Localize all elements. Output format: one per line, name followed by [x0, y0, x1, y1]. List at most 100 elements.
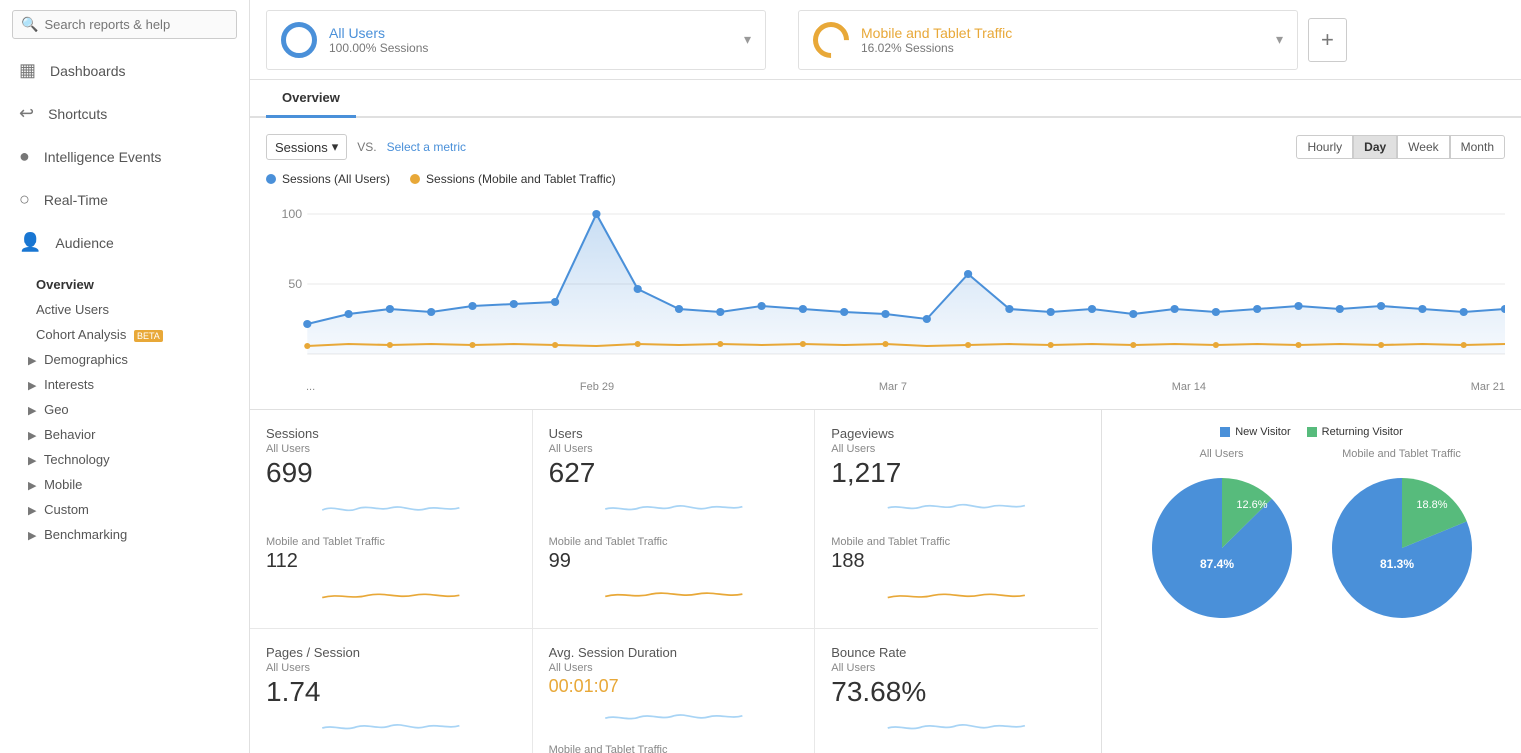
- x-label-5: Mar 21: [1471, 381, 1505, 393]
- tab-overview[interactable]: Overview: [266, 80, 356, 118]
- metric-value2: 112: [266, 550, 516, 573]
- pie-chart: All Users 87.4% 12.6%: [1142, 448, 1302, 631]
- pie-legend-new-label: New Visitor: [1235, 426, 1290, 438]
- arrow-icon: ▶: [28, 454, 36, 467]
- sidebar-item-mobile[interactable]: ▶ Mobile: [0, 472, 249, 497]
- sidebar-item-geo[interactable]: ▶ Geo: [0, 397, 249, 422]
- active-users-label: Active Users: [36, 302, 109, 317]
- chart-container: 100 50: [266, 194, 1505, 393]
- chart-controls: Sessions ▾ VS. Select a metric Hourly Da…: [266, 134, 1505, 160]
- svg-text:50: 50: [288, 277, 302, 291]
- metric-segment2: Mobile and Tablet Traffic: [266, 536, 516, 548]
- metric-segment1: All Users: [831, 662, 1082, 674]
- sidebar-item-technology[interactable]: ▶ Technology: [0, 447, 249, 472]
- overview-label: Overview: [36, 277, 94, 292]
- metric-dropdown[interactable]: Sessions ▾: [266, 134, 347, 160]
- sidebar-item-shortcuts[interactable]: ↩ Shortcuts: [0, 92, 249, 135]
- segment-bar: All Users 100.00% Sessions ▾ Mobile and …: [250, 0, 1521, 80]
- intelligence-icon: ●: [19, 146, 30, 167]
- metric-label: Pageviews: [831, 426, 1082, 441]
- segment-dropdown-icon[interactable]: ▾: [744, 31, 751, 48]
- select-metric-link[interactable]: Select a metric: [387, 140, 466, 154]
- segment-info: All Users 100.00% Sessions: [329, 25, 744, 55]
- sparkline-orange: [266, 577, 516, 609]
- sidebar-item-custom[interactable]: ▶ Custom: [0, 497, 249, 522]
- segment-mobile[interactable]: Mobile and Tablet Traffic 16.02% Session…: [798, 10, 1298, 70]
- pie-dot-green: [1307, 427, 1317, 437]
- svg-text:12.6%: 12.6%: [1236, 499, 1267, 511]
- x-label-4: Mar 14: [1172, 381, 1206, 393]
- pie-title: Mobile and Tablet Traffic: [1322, 448, 1482, 460]
- arrow-icon: ▶: [28, 379, 36, 392]
- sidebar-item-overview[interactable]: Overview: [0, 272, 249, 297]
- pie-svg: 87.4% 12.6%: [1142, 468, 1302, 628]
- x-label-3: Mar 7: [879, 381, 907, 393]
- realtime-icon: ○: [19, 189, 30, 210]
- arrow-icon: ▶: [28, 404, 36, 417]
- segment-all-users[interactable]: All Users 100.00% Sessions ▾: [266, 10, 766, 70]
- chart-xaxis: ... Feb 29 Mar 7 Mar 14 Mar 21: [266, 377, 1505, 393]
- pie-title: All Users: [1142, 448, 1302, 460]
- sidebar-item-label: Real-Time: [44, 192, 108, 208]
- metric-segment1: All Users: [549, 443, 799, 455]
- metric-arrow-icon: ▾: [332, 139, 339, 155]
- pie-svg: 81.3% 18.8%: [1322, 468, 1482, 628]
- sidebar-item-benchmarking[interactable]: ▶ Benchmarking: [0, 522, 249, 547]
- metric-value2: 99: [549, 550, 799, 573]
- time-buttons: Hourly Day Week Month: [1296, 135, 1505, 159]
- legend-mobile: Sessions (Mobile and Tablet Traffic): [410, 172, 616, 186]
- legend-all-users: Sessions (All Users): [266, 172, 390, 186]
- custom-label: Custom: [44, 502, 89, 517]
- svg-text:87.4%: 87.4%: [1199, 557, 1233, 571]
- segment-dropdown-icon2[interactable]: ▾: [1276, 31, 1283, 48]
- bottom-section: Sessions All Users 699 Mobile and Tablet…: [250, 410, 1521, 753]
- search-input[interactable]: [44, 17, 228, 32]
- metric-label: Pages / Session: [266, 645, 516, 660]
- metric-value1: 73.68%: [831, 676, 1082, 708]
- arrow-icon: ▶: [28, 354, 36, 367]
- time-btn-hourly[interactable]: Hourly: [1296, 135, 1353, 159]
- dashboards-icon: ▦: [19, 60, 36, 81]
- arrow-icon: ▶: [28, 504, 36, 517]
- sidebar-item-intelligence[interactable]: ● Intelligence Events: [0, 135, 249, 178]
- sparkline-orange: [831, 577, 1082, 609]
- add-segment-button[interactable]: +: [1308, 18, 1347, 62]
- sidebar-item-interests[interactable]: ▶ Interests: [0, 372, 249, 397]
- pie-legend-new: New Visitor: [1220, 426, 1290, 438]
- sparkline-blue: [549, 493, 799, 525]
- sidebar-item-dashboards[interactable]: ▦ Dashboards: [0, 49, 249, 92]
- segment-name-mobile: Mobile and Tablet Traffic: [861, 25, 1276, 41]
- sidebar-item-realtime[interactable]: ○ Real-Time: [0, 178, 249, 221]
- audience-icon: 👤: [19, 232, 41, 253]
- metric-card-pageviews: Pageviews All Users 1,217 Mobile and Tab…: [815, 410, 1098, 629]
- sidebar-item-active-users[interactable]: Active Users: [0, 297, 249, 322]
- search-box[interactable]: 🔍: [12, 10, 237, 39]
- sidebar-item-demographics[interactable]: ▶ Demographics: [0, 347, 249, 372]
- svg-text:100: 100: [281, 207, 302, 221]
- metric-segment2: Mobile and Tablet Traffic: [831, 536, 1082, 548]
- arrow-icon: ▶: [28, 479, 36, 492]
- time-btn-day[interactable]: Day: [1353, 135, 1397, 159]
- metric-segment2: Mobile and Tablet Traffic: [549, 744, 799, 753]
- metric-value1: 1.74: [266, 676, 516, 708]
- legend-label-all: Sessions (All Users): [282, 172, 390, 186]
- beta-badge: BETA: [134, 330, 163, 342]
- shortcuts-icon: ↩: [19, 103, 34, 124]
- metric-card-users: Users All Users 627 Mobile and Tablet Tr…: [533, 410, 816, 629]
- time-btn-month[interactable]: Month: [1450, 135, 1505, 159]
- sidebar-item-behavior[interactable]: ▶ Behavior: [0, 422, 249, 447]
- metric-card-pages-session: Pages / Session All Users 1.74 Mobile an…: [250, 629, 533, 753]
- sparkline-blue: [549, 701, 799, 733]
- sidebar-item-cohort[interactable]: Cohort Analysis BETA: [0, 322, 249, 347]
- svg-text:18.8%: 18.8%: [1416, 499, 1447, 511]
- time-btn-week[interactable]: Week: [1397, 135, 1449, 159]
- metric-value1: 1,217: [831, 457, 1082, 489]
- metric-card-avg-session-duration: Avg. Session Duration All Users 00:01:07…: [533, 629, 816, 753]
- cohort-label: Cohort Analysis: [36, 327, 126, 342]
- audience-subnav: Overview Active Users Cohort Analysis BE…: [0, 264, 249, 547]
- metric-card-sessions: Sessions All Users 699 Mobile and Tablet…: [250, 410, 533, 629]
- all-users-icon: [281, 22, 317, 58]
- sidebar-item-audience[interactable]: 👤 Audience: [0, 221, 249, 264]
- metric-label: Avg. Session Duration: [549, 645, 799, 660]
- metric-card-bounce-rate: Bounce Rate All Users 73.68% Mobile and …: [815, 629, 1098, 753]
